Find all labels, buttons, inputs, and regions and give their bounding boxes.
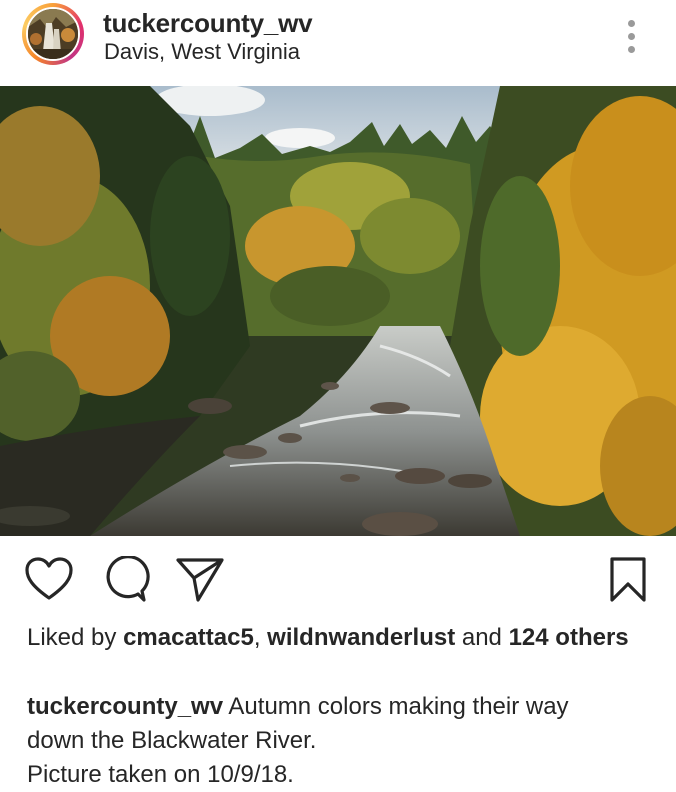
likes-and: and: [455, 624, 509, 651]
likes-others-link[interactable]: 124 others: [509, 624, 629, 651]
post-header: tuckercounty_wv Davis, West Virginia: [0, 0, 676, 86]
post-photo[interactable]: [0, 86, 676, 536]
caption-text: down the Blackwater River.: [27, 727, 317, 754]
likes-separator: ,: [253, 624, 268, 651]
more-options-icon[interactable]: [622, 20, 642, 54]
comment-icon[interactable]: [100, 555, 150, 604]
action-bar: [0, 536, 676, 616]
story-ring[interactable]: [22, 3, 84, 65]
post-location[interactable]: Davis, West Virginia: [104, 39, 300, 65]
liker-link[interactable]: wildnwanderlust: [267, 624, 455, 651]
liker-link[interactable]: cmacattac5: [123, 624, 254, 651]
heart-icon[interactable]: [24, 556, 74, 604]
avatar[interactable]: [26, 7, 80, 61]
send-icon[interactable]: [176, 556, 226, 604]
caption-text: Autumn colors making their way: [223, 693, 569, 720]
post-username[interactable]: tuckercounty_wv: [103, 8, 313, 39]
likes-summary: Liked by cmacattac5, wildnwanderlust and…: [27, 622, 657, 654]
post-caption: tuckercounty_wv Autumn colors making the…: [27, 690, 667, 792]
caption-username[interactable]: tuckercounty_wv: [27, 693, 223, 720]
bookmark-icon[interactable]: [604, 556, 654, 604]
caption-text: Picture taken on 10/9/18.: [27, 761, 294, 788]
likes-prefix: Liked by: [27, 624, 124, 651]
